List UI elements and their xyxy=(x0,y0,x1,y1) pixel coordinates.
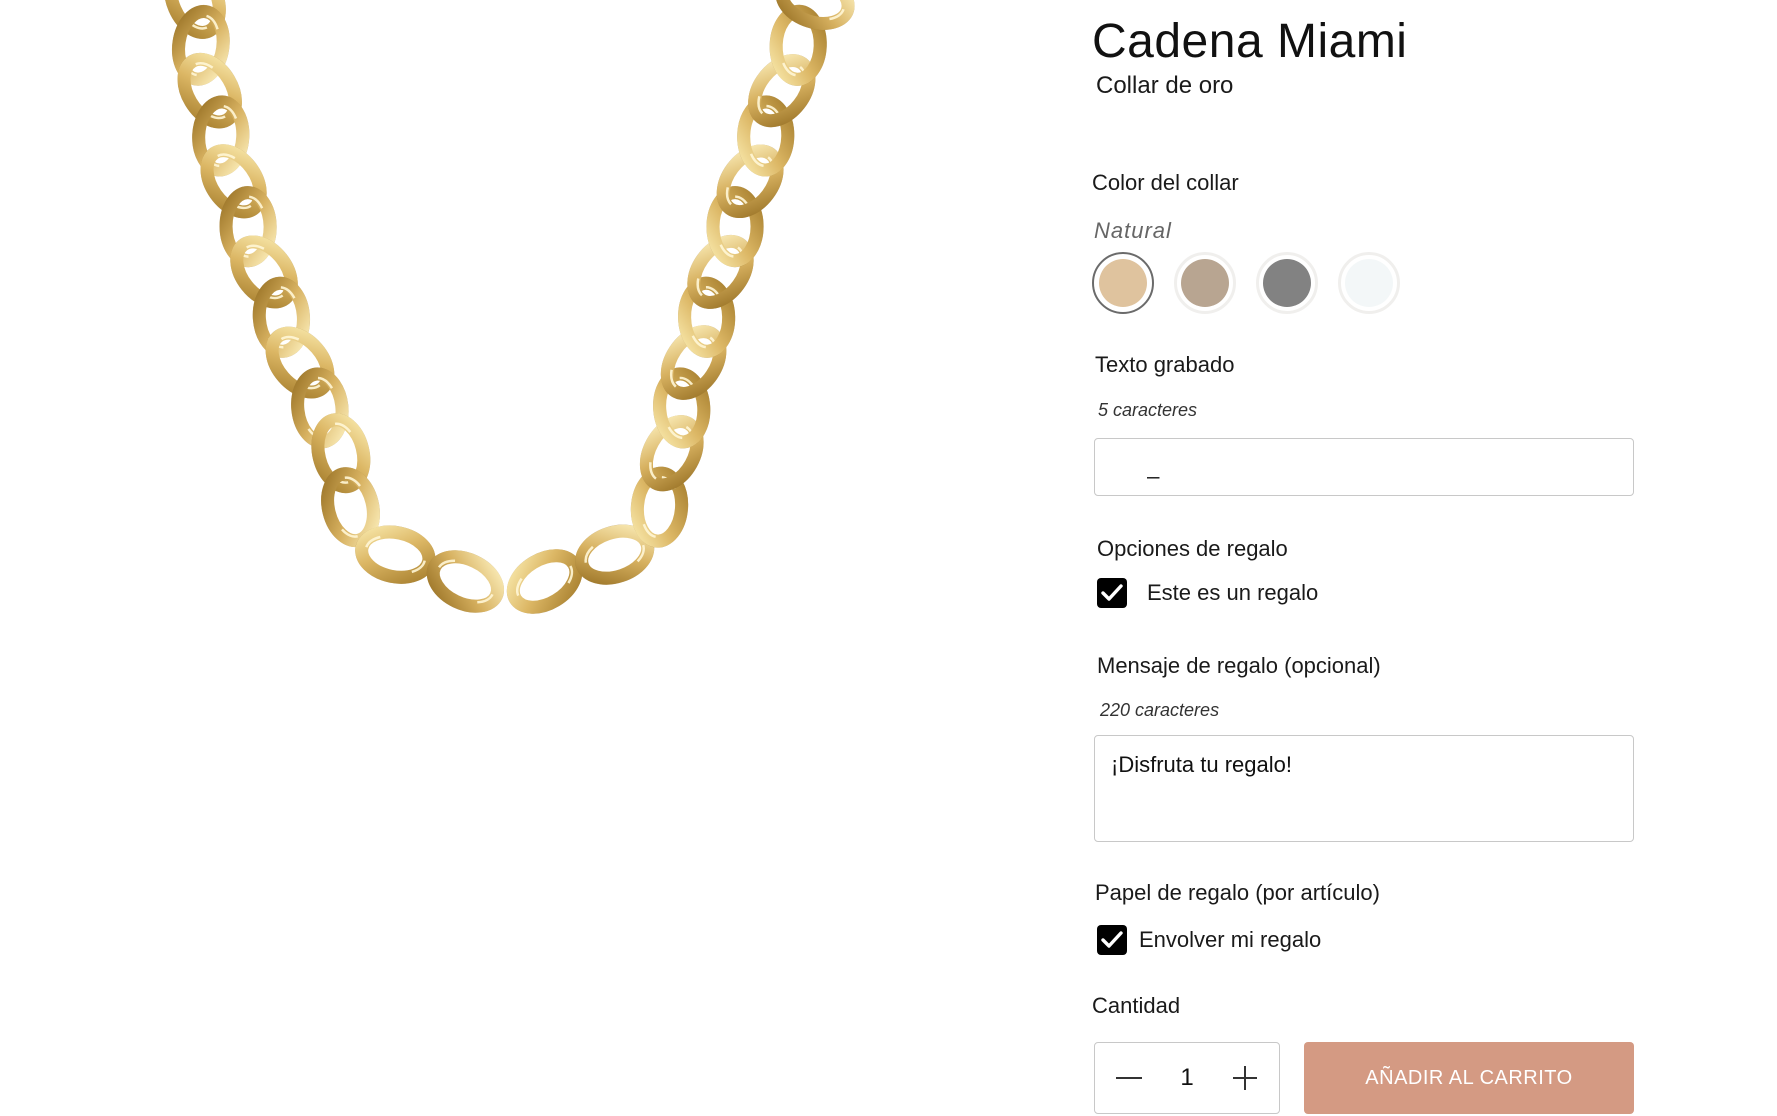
checkmark-icon xyxy=(1101,584,1123,601)
swatch-dot xyxy=(1263,259,1311,307)
gift-wrap-checkbox-row[interactable]: Envolver mi regalo xyxy=(1097,925,1321,955)
swatch-dot xyxy=(1345,259,1393,307)
engraving-hint: 5 caracteres xyxy=(1098,400,1198,420)
add-to-cart-button[interactable]: AÑADIR AL CARRITO xyxy=(1304,1042,1634,1114)
gift-message-hint: 220 caracteres xyxy=(1100,700,1220,720)
product-subtitle: Collar de oro xyxy=(1096,72,1234,99)
gift-checkbox[interactable] xyxy=(1097,578,1127,608)
engraving-text-input[interactable] xyxy=(1094,438,1634,496)
chain-link xyxy=(219,186,277,268)
gift-wrap-checkbox[interactable] xyxy=(1097,925,1127,955)
gift-message-textarea[interactable]: ¡Disfruta tu regalo! xyxy=(1094,735,1634,842)
quantity-stepper: 1 xyxy=(1094,1042,1280,1114)
checkmark-icon xyxy=(1101,931,1123,948)
gift-wrap-checkbox-label: Envolver mi regalo xyxy=(1139,927,1322,952)
product-title: Cadena Miami xyxy=(1092,15,1408,68)
gift-options-label: Opciones de regalo xyxy=(1097,536,1288,561)
quantity-label: Cantidad xyxy=(1092,993,1181,1018)
color-option-label: Color del collar xyxy=(1092,170,1239,195)
selected-color-value: Natural xyxy=(1094,218,1172,243)
gold-chain-necklace-image xyxy=(164,0,855,614)
color-swatches xyxy=(1092,252,1400,316)
color-swatch-3[interactable] xyxy=(1256,252,1318,314)
color-swatch-natural[interactable] xyxy=(1092,252,1154,314)
quantity-value[interactable]: 1 xyxy=(1167,1064,1207,1092)
color-swatch-2[interactable] xyxy=(1174,252,1236,314)
engraving-label: Texto grabado xyxy=(1095,352,1235,377)
swatch-dot xyxy=(1099,259,1147,307)
minus-icon xyxy=(1116,1077,1142,1079)
quantity-increase-button[interactable] xyxy=(1225,1058,1265,1098)
chain-link xyxy=(252,276,311,358)
gift-wrap-label: Papel de regalo (por artículo) xyxy=(1095,880,1380,905)
quantity-decrease-button[interactable] xyxy=(1109,1058,1149,1098)
swatch-dot xyxy=(1181,259,1229,307)
chain-link xyxy=(737,95,795,177)
plus-icon xyxy=(1233,1066,1257,1090)
gift-message-label: Mensaje de regalo (opcional) xyxy=(1097,653,1381,678)
product-image xyxy=(160,0,980,720)
product-options-panel: Cadena Miami Collar de oro Color del col… xyxy=(1092,0,1652,1116)
chain-link xyxy=(706,186,764,268)
gift-checkbox-label: Este es un regalo xyxy=(1147,580,1319,605)
color-swatch-4[interactable] xyxy=(1338,252,1400,314)
gift-checkbox-row[interactable]: Este es un regalo xyxy=(1097,578,1318,608)
